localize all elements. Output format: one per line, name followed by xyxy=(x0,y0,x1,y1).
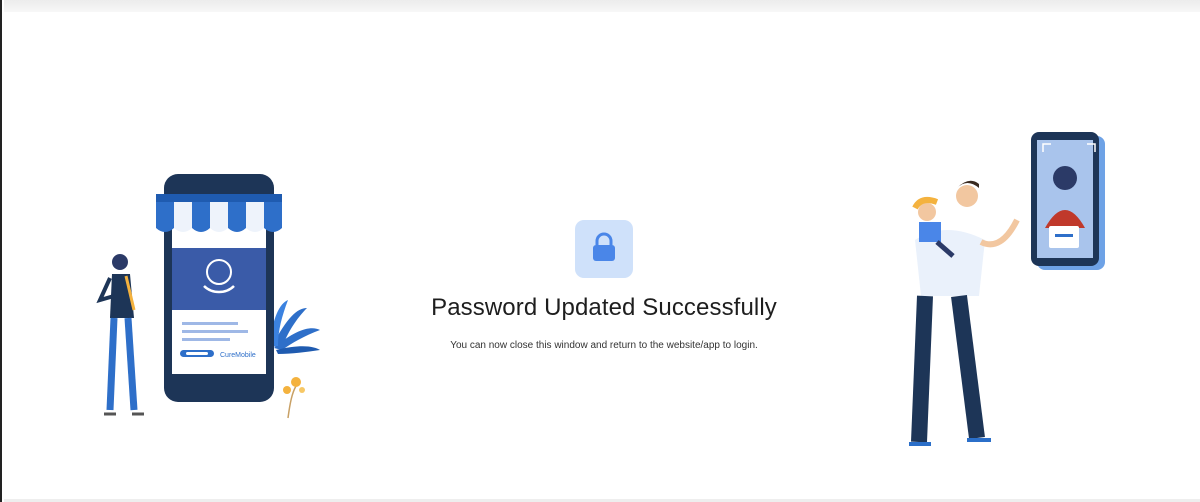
page-frame: CureMobile Password Updated Successfully… xyxy=(0,0,1200,502)
plant-leaves xyxy=(270,300,320,354)
awning xyxy=(156,194,282,232)
storefront-phone-illustration: CureMobile xyxy=(82,168,322,424)
face-id-illustration xyxy=(897,130,1117,450)
lock-icon xyxy=(591,232,617,267)
status-message: You can now close this window and return… xyxy=(450,340,758,351)
woman-figure xyxy=(96,254,144,416)
flower xyxy=(283,377,305,419)
man-with-child-figure xyxy=(909,180,1020,446)
page-title: Password Updated Successfully xyxy=(431,294,777,321)
top-bar xyxy=(4,0,1200,12)
status-panel: Password Updated Successfully You can no… xyxy=(404,220,804,351)
tablet xyxy=(1031,132,1105,270)
lock-tile xyxy=(575,220,633,278)
app-brand-label: CureMobile xyxy=(220,352,256,359)
